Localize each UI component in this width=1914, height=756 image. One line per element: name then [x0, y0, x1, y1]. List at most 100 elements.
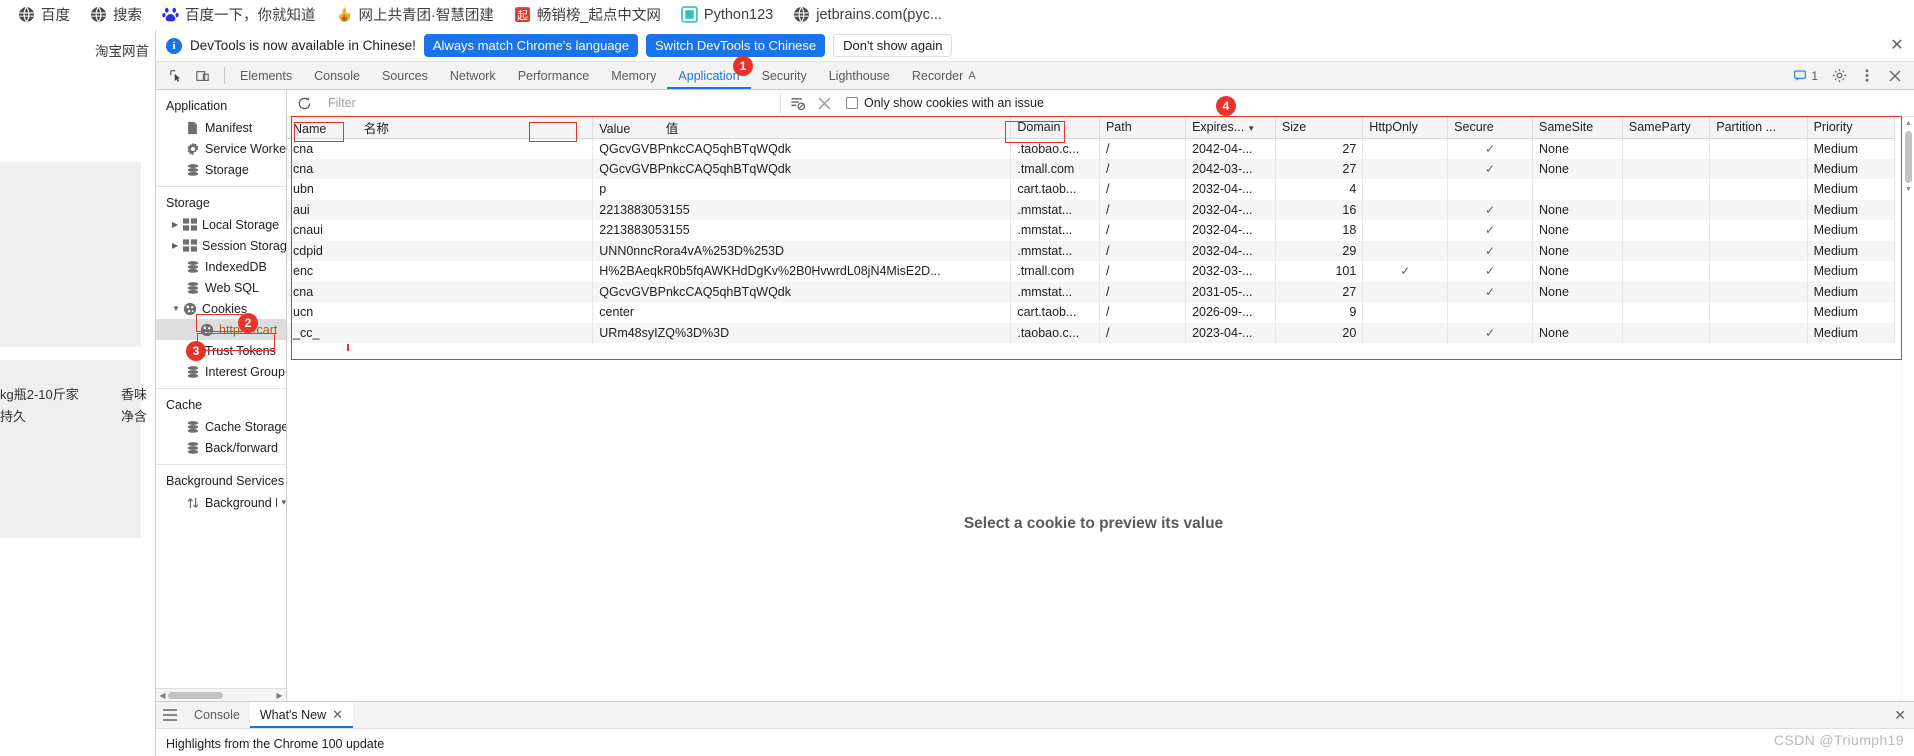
filter-input[interactable] [326, 95, 780, 111]
globe-icon [794, 6, 810, 23]
sidebar-item-back-forward-cache[interactable]: Back/forward [156, 437, 286, 458]
cell-value: 2213883053155 [592, 199, 1012, 220]
clear-list-icon[interactable] [785, 92, 811, 114]
table-row[interactable]: cnaui 2213883053155 .mmstat.../2032-04-...… [287, 220, 1896, 241]
cell-secure [1447, 179, 1534, 200]
drawer-menu-icon[interactable] [156, 702, 184, 728]
chevron-down-icon[interactable]: ▾ [281, 497, 286, 508]
column-header-domain[interactable]: Domain [1010, 117, 1100, 139]
chevron-right-icon[interactable]: ▶ [172, 219, 183, 230]
bookmark-item-6[interactable]: jetbrains.com(pyc... [783, 3, 952, 27]
column-header-samesite[interactable]: SameSite [1532, 117, 1623, 139]
sidebar-item-manifest[interactable]: Manifest [156, 117, 286, 138]
always-match-language-button[interactable]: Always match Chrome's language [423, 34, 639, 57]
table-row[interactable]: cdpid UNN0nncRora4vA%253D%253D .mmstat... /… [287, 240, 1896, 261]
refresh-icon[interactable] [291, 92, 317, 114]
sidebar-item-service-workers[interactable]: Service Worke [156, 138, 286, 159]
settings-gear-icon[interactable] [1826, 65, 1852, 87]
cell-expires: 2032-04-... [1185, 220, 1276, 241]
inspect-element-icon[interactable] [164, 65, 188, 87]
column-header-path[interactable]: Path [1099, 117, 1187, 139]
table-vertical-scrollbar[interactable]: ▲ ▼ [1901, 117, 1914, 701]
filter-field[interactable] [321, 93, 781, 113]
column-header-partition[interactable]: Partition ... [1709, 117, 1808, 139]
switch-devtools-to-chinese-button[interactable]: Switch DevTools to Chinese [646, 34, 826, 57]
cell-value: UNN0nncRora4vA%253D%253D [592, 240, 1012, 261]
more-options-icon[interactable] [1854, 65, 1880, 87]
sidebar-item-background-fetch[interactable]: Background F ▾ [156, 492, 286, 513]
tab-memory[interactable]: Memory [600, 62, 667, 89]
sidebar-item-web-sql[interactable]: Web SQL [156, 277, 286, 298]
clear-all-cookies-icon[interactable] [811, 92, 837, 114]
tab-performance[interactable]: Performance [507, 62, 601, 89]
bookmark-item-4[interactable]: 起 畅销榜_起点中文网 [504, 3, 671, 27]
close-drawer-icon[interactable]: ✕ [1894, 707, 1906, 724]
chevron-down-icon[interactable]: ▼ [172, 303, 183, 314]
column-header-sameparty[interactable]: SameParty [1622, 117, 1711, 139]
close-notification-icon[interactable]: ✕ [1888, 37, 1906, 55]
column-header-priority[interactable]: Priority [1807, 117, 1896, 139]
chevron-right-icon[interactable]: ▶ [172, 240, 183, 251]
sidebar-item-cookies[interactable]: ▼ Cookies [156, 298, 286, 319]
table-row[interactable]: ucn center cart.taob.../2026-09-... 9 Medium [287, 302, 1896, 323]
sidebar-item-cookie-origin[interactable]: https://cart [156, 319, 286, 340]
bookmark-item-5[interactable]: Python123 [671, 3, 783, 27]
tab-recorder[interactable]: Recorder A [901, 62, 987, 89]
table-row[interactable]: enc H%2BAeqkR0b5fqAWKHdDgKv%2B0HvwrdL08jN… [287, 261, 1896, 282]
bookmark-item-1[interactable]: 搜索 [80, 3, 152, 27]
tab-sources[interactable]: Sources [371, 62, 439, 89]
tab-console[interactable]: Console [303, 62, 371, 89]
dont-show-again-button[interactable]: Don't show again [833, 34, 953, 57]
sidebar-item-indexeddb[interactable]: IndexedDB [156, 256, 286, 277]
sidebar-item-label: Cache Storage [205, 419, 286, 434]
column-header-name[interactable]: Name 名称 [287, 117, 594, 139]
column-header-size[interactable]: Size [1275, 117, 1364, 139]
column-header-value[interactable]: Value 值 [592, 117, 1012, 139]
table-row[interactable]: cna QGcvGVBPnkcCAQ5qhBTqWQdk .mmstat.../20… [287, 281, 1896, 302]
bookmark-item-3[interactable]: 网上共青团·智慧团建 [326, 3, 504, 27]
cell-expires: 2026-09-... [1185, 302, 1276, 323]
application-sidebar: Application Manifest Service Worke Stora… [156, 90, 287, 701]
sidebar-item-interest-groups[interactable]: Interest Group [156, 361, 286, 382]
column-header-expires[interactable]: Expires... ▼ [1185, 117, 1276, 139]
drawer-tab-console[interactable]: Console [184, 702, 250, 728]
scrollbar-thumb[interactable] [1905, 131, 1912, 183]
column-header-secure[interactable]: Secure [1447, 117, 1534, 139]
cell-size: 27 [1275, 281, 1364, 302]
sidebar-item-trust-tokens[interactable]: Trust Tokens [156, 340, 286, 361]
cell-value: p [592, 179, 1012, 200]
tab-lighthouse[interactable]: Lighthouse [818, 62, 901, 89]
scroll-right-icon[interactable]: ▶ [274, 690, 285, 701]
sidebar-item-storage[interactable]: Storage [156, 159, 286, 180]
table-row[interactable]: cna QGcvGVBPnkcCAQ5qhBTqWQdk .tmall.com/20… [287, 158, 1896, 179]
cell-httponly [1362, 158, 1449, 179]
annotation-badge-1: 1 [733, 56, 753, 76]
only-show-issues-checkbox[interactable]: Only show cookies with an issue [846, 96, 1044, 110]
scroll-left-icon[interactable]: ◀ [157, 690, 168, 701]
checkbox-box[interactable] [846, 97, 858, 109]
drawer-tab-whats-new[interactable]: What's New ✕ [249, 702, 354, 728]
table-row[interactable]: cna QGcvGVBPnkcCAQ5qhBTqWQdk .taobao.c... /… [287, 138, 1896, 159]
bookmark-item-2[interactable]: 百度一下，你就知道 [152, 3, 326, 27]
scroll-up-icon[interactable]: ▲ [1904, 119, 1913, 129]
table-row[interactable]: aui 2213883053155 .mmstat.../2032-04-... 16… [287, 199, 1896, 220]
close-devtools-icon[interactable] [1882, 65, 1908, 87]
issues-counter[interactable]: 1 [1787, 68, 1824, 84]
table-row[interactable]: ubn p cart.taob.../2032-04-... 4 Medium [287, 179, 1896, 200]
sidebar-item-session-storage[interactable]: ▶ Session Storag [156, 235, 286, 256]
scroll-down-icon[interactable]: ▼ [1904, 185, 1913, 195]
cell-httponly [1362, 240, 1449, 261]
device-toolbar-icon[interactable] [190, 65, 214, 87]
table-row[interactable]: _cc_ URm48syIZQ%3D%3D .taobao.c.../2023-04… [287, 322, 1896, 343]
column-header-httponly[interactable]: HttpOnly [1362, 117, 1449, 139]
close-icon[interactable]: ✕ [332, 707, 343, 723]
sidebar-item-local-storage[interactable]: ▶ Local Storage [156, 214, 286, 235]
sidebar-horizontal-scrollbar[interactable]: ◀ ▶ [156, 688, 286, 701]
tab-network[interactable]: Network [439, 62, 507, 89]
sidebar-item-cache-storage[interactable]: Cache Storage [156, 416, 286, 437]
bookmark-item-0[interactable]: 百度 [8, 3, 80, 27]
sidebar-item-label: Background F [205, 495, 278, 510]
tab-elements[interactable]: Elements [229, 62, 303, 89]
tab-security[interactable]: Security [751, 62, 818, 89]
scrollbar-thumb[interactable] [168, 692, 223, 699]
